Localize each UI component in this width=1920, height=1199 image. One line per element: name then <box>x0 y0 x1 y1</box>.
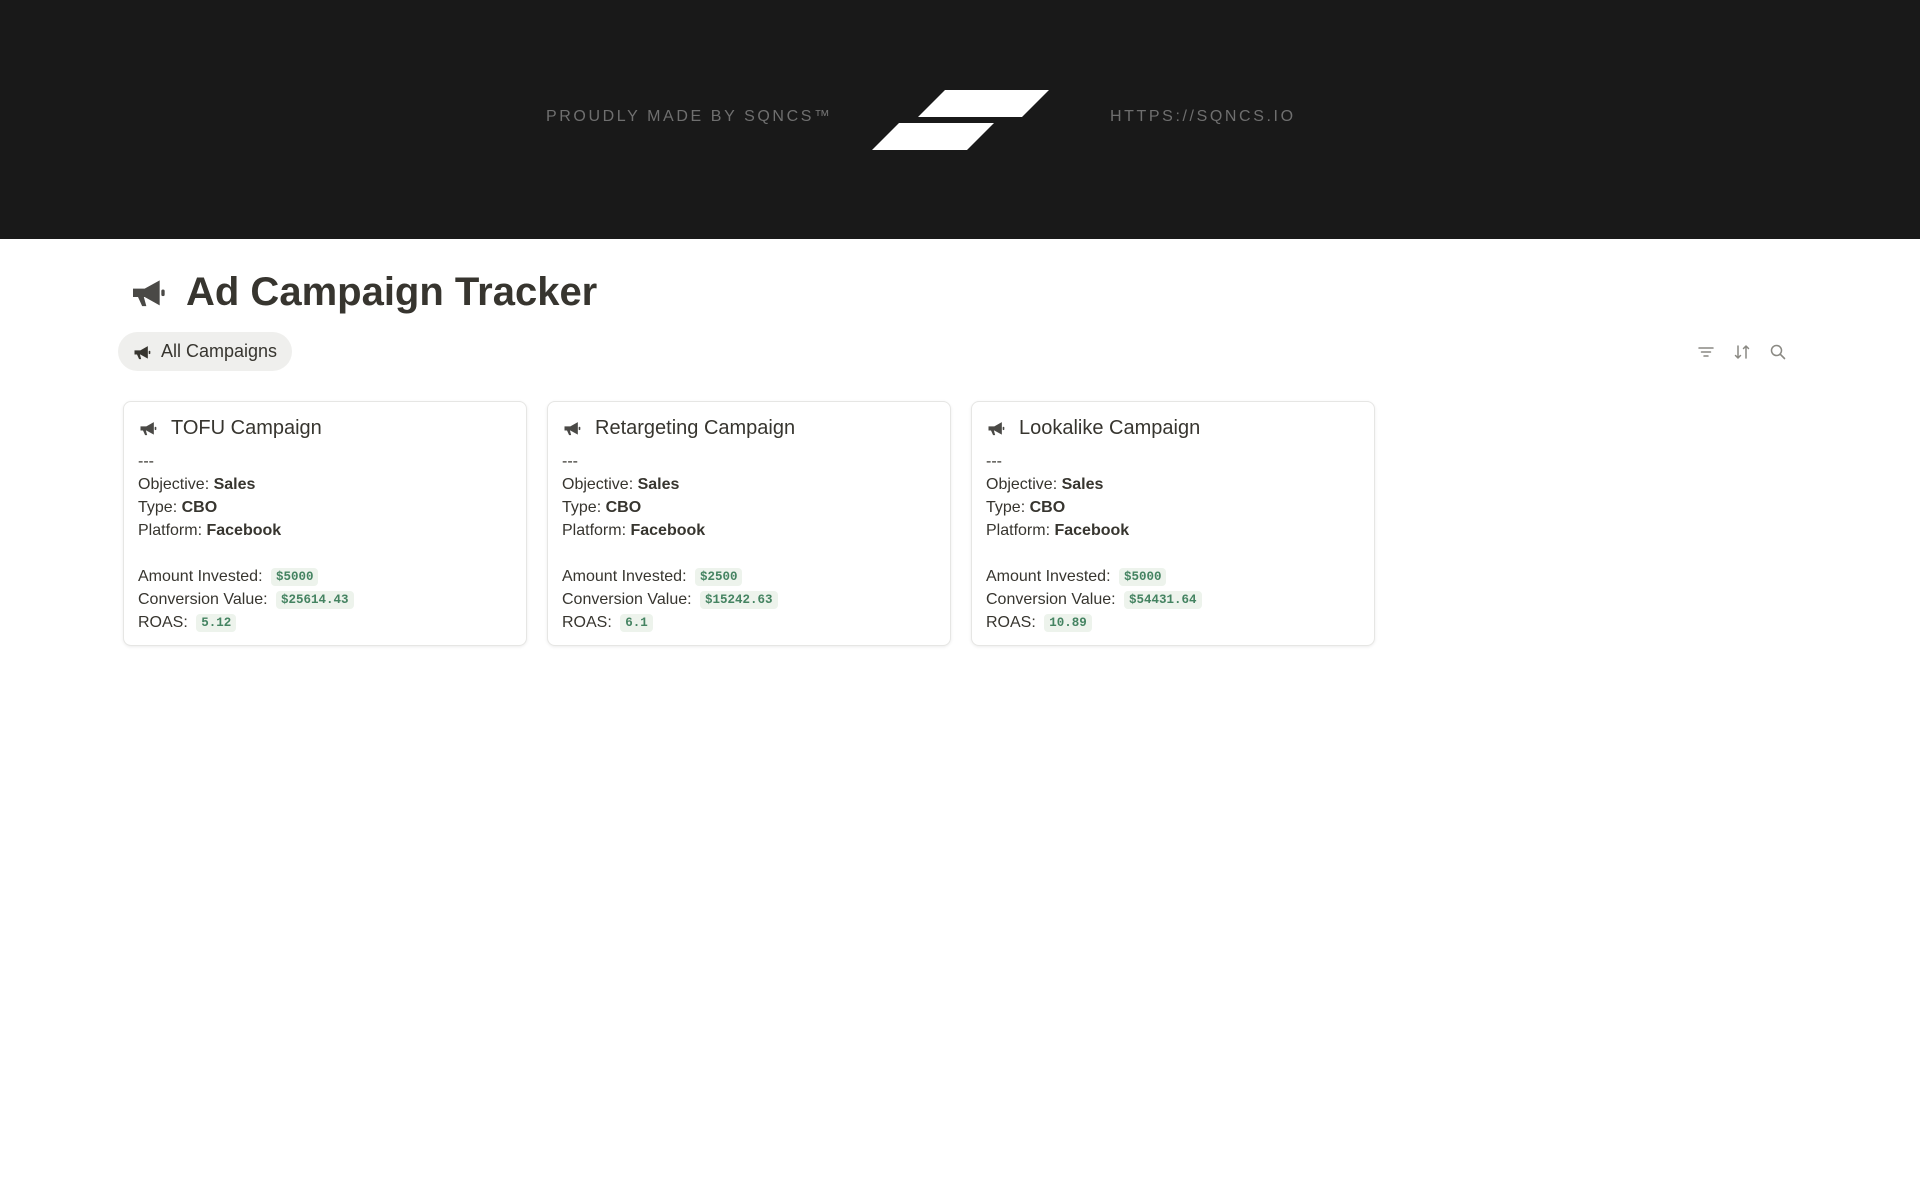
platform-label: Platform: <box>562 522 627 539</box>
search-icon[interactable] <box>1768 342 1788 362</box>
campaign-card[interactable]: TOFU Campaign --- Objective: Sales Type:… <box>123 401 527 646</box>
type-field: Type: CBO <box>986 496 1360 519</box>
platform-label: Platform: <box>138 522 203 539</box>
platform-value: Facebook <box>630 522 706 539</box>
megaphone-icon <box>986 418 1006 438</box>
type-value: CBO <box>1029 499 1066 516</box>
filter-icon[interactable] <box>1696 342 1716 362</box>
amount-invested-label: Amount Invested: <box>986 568 1111 585</box>
conversion-value-label: Conversion Value: <box>138 591 268 608</box>
conversion-value-field: Conversion Value: $54431.64 <box>986 588 1360 611</box>
objective-label: Objective: <box>986 476 1058 493</box>
roas-field: ROAS: 10.89 <box>986 611 1360 634</box>
amount-invested-field: Amount Invested: $5000 <box>138 565 512 588</box>
type-label: Type: <box>562 499 602 516</box>
amount-invested-label: Amount Invested: <box>138 568 263 585</box>
amount-invested-field: Amount Invested: $5000 <box>986 565 1360 588</box>
card-title: Lookalike Campaign <box>1019 416 1201 439</box>
campaign-card[interactable]: Lookalike Campaign --- Objective: Sales … <box>971 401 1375 646</box>
card-separator: --- <box>138 453 154 470</box>
type-value: CBO <box>181 499 218 516</box>
page-title: Ad Campaign Tracker <box>186 269 598 314</box>
type-label: Type: <box>138 499 178 516</box>
card-title: TOFU Campaign <box>171 416 322 439</box>
amount-invested-value: $5000 <box>270 568 319 586</box>
platform-field: Platform: Facebook <box>138 519 512 542</box>
megaphone-icon <box>138 418 158 438</box>
campaign-gallery: TOFU Campaign --- Objective: Sales Type:… <box>123 401 1375 646</box>
objective-label: Objective: <box>562 476 634 493</box>
amount-invested-value: $2500 <box>694 568 743 586</box>
objective-field: Objective: Sales <box>562 473 936 496</box>
header-banner: PROUDLY MADE BY SQNCS™ HTTPS://SQNCS.IO <box>0 0 1920 239</box>
card-separator: --- <box>986 453 1002 470</box>
type-label: Type: <box>986 499 1026 516</box>
platform-field: Platform: Facebook <box>986 519 1360 542</box>
sqncs-logo-icon <box>872 90 1049 150</box>
objective-label: Objective: <box>138 476 210 493</box>
card-header: Retargeting Campaign <box>562 416 936 440</box>
conversion-value-field: Conversion Value: $25614.43 <box>138 588 512 611</box>
objective-value: Sales <box>1061 476 1104 493</box>
roas-value: 6.1 <box>620 614 653 632</box>
roas-field: ROAS: 5.12 <box>138 611 512 634</box>
card-header: Lookalike Campaign <box>986 416 1360 440</box>
conversion-value-value: $15242.63 <box>700 591 778 609</box>
objective-field: Objective: Sales <box>138 473 512 496</box>
campaign-card[interactable]: Retargeting Campaign --- Objective: Sale… <box>547 401 951 646</box>
page-header: Ad Campaign Tracker <box>128 264 597 320</box>
amount-invested-label: Amount Invested: <box>562 568 687 585</box>
objective-value: Sales <box>637 476 680 493</box>
sort-icon[interactable] <box>1732 342 1752 362</box>
objective-field: Objective: Sales <box>986 473 1360 496</box>
roas-label: ROAS: <box>138 614 188 631</box>
type-value: CBO <box>605 499 642 516</box>
platform-field: Platform: Facebook <box>562 519 936 542</box>
banner-made-by-text: PROUDLY MADE BY SQNCS™ <box>546 108 833 125</box>
platform-label: Platform: <box>986 522 1051 539</box>
roas-label: ROAS: <box>986 614 1036 631</box>
conversion-value-value: $25614.43 <box>276 591 354 609</box>
roas-value: 5.12 <box>196 614 237 632</box>
banner-url-text: HTTPS://SQNCS.IO <box>1110 108 1296 125</box>
amount-invested-value: $5000 <box>1118 568 1167 586</box>
objective-value: Sales <box>213 476 256 493</box>
tab-all-campaigns[interactable]: All Campaigns <box>118 332 293 371</box>
card-separator: --- <box>562 453 578 470</box>
megaphone-icon <box>128 272 168 312</box>
roas-field: ROAS: 6.1 <box>562 611 936 634</box>
type-field: Type: CBO <box>562 496 936 519</box>
type-field: Type: CBO <box>138 496 512 519</box>
conversion-value-label: Conversion Value: <box>562 591 692 608</box>
conversion-value-field: Conversion Value: $15242.63 <box>562 588 936 611</box>
roas-value: 10.89 <box>1044 614 1092 632</box>
conversion-value-label: Conversion Value: <box>986 591 1116 608</box>
card-header: TOFU Campaign <box>138 416 512 440</box>
amount-invested-field: Amount Invested: $2500 <box>562 565 936 588</box>
platform-value: Facebook <box>1054 522 1130 539</box>
platform-value: Facebook <box>206 522 282 539</box>
tab-label: All Campaigns <box>161 341 278 361</box>
megaphone-icon <box>562 418 582 438</box>
roas-label: ROAS: <box>562 614 612 631</box>
megaphone-icon <box>132 342 152 362</box>
card-title: Retargeting Campaign <box>595 416 796 439</box>
conversion-value-value: $54431.64 <box>1124 591 1202 609</box>
view-toolbar <box>1696 342 1788 362</box>
